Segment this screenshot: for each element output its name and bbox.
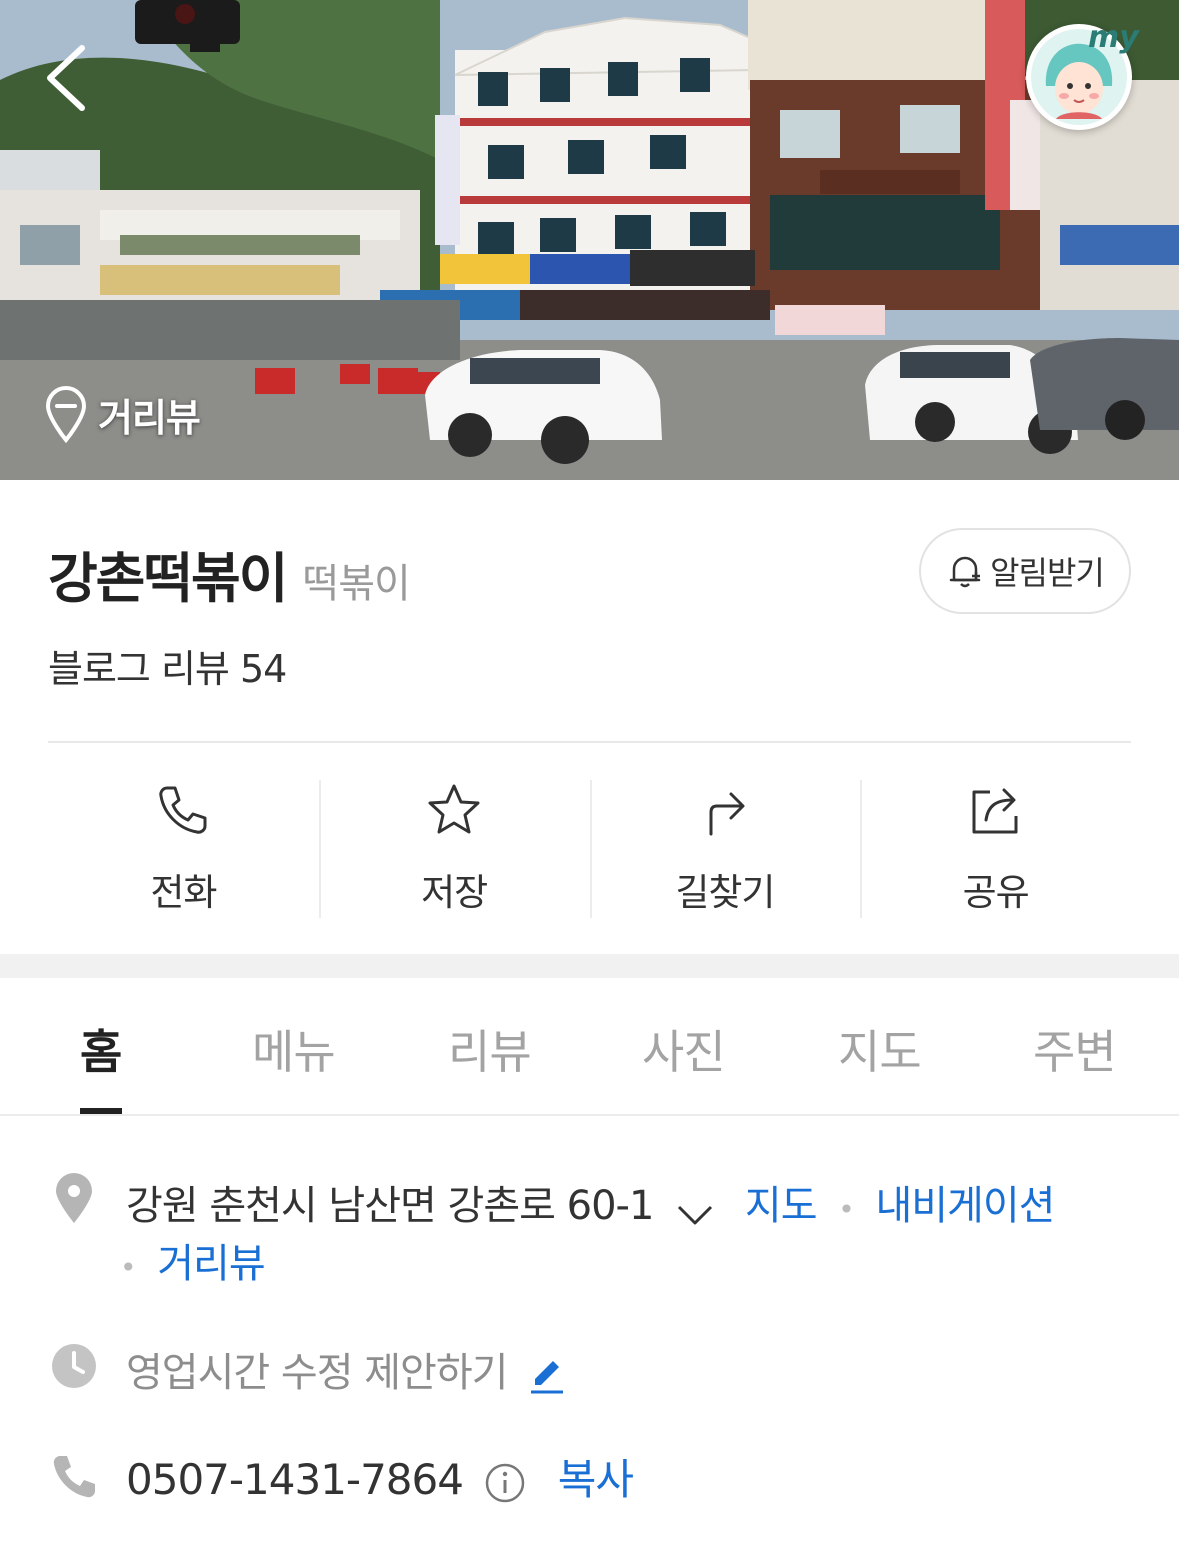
save-button[interactable]: 저장	[318, 780, 590, 918]
avatar-label: my	[1088, 20, 1139, 55]
call-button[interactable]: 전화	[48, 780, 319, 918]
map-pin-outline-icon	[45, 386, 87, 444]
map-link[interactable]: 지도	[745, 1183, 818, 1229]
phone-filled-icon	[53, 1456, 95, 1498]
divider	[48, 741, 1131, 743]
bell-plus-icon	[949, 556, 981, 588]
directions-label: 길찾기	[675, 871, 775, 914]
navigation-link[interactable]: 내비게이션	[875, 1183, 1055, 1229]
blog-review-count[interactable]: 블로그 리뷰 54	[48, 638, 287, 693]
hours-row: 영업시간 수정 제안하기	[48, 1336, 1131, 1400]
chevron-down-icon	[678, 1205, 713, 1225]
notify-label: 알림받기	[990, 554, 1105, 592]
tab-nearby[interactable]: 주변	[1033, 1016, 1117, 1082]
address-line: 강원 춘천시 남산면 강촌로 60-1 지도 • 내비게이션	[126, 1173, 1055, 1231]
share-icon	[972, 788, 1018, 834]
section-separator	[0, 954, 1179, 978]
share-label: 공유	[962, 871, 1030, 914]
streetview-label: 거리뷰	[98, 395, 201, 440]
share-button[interactable]: 공유	[860, 780, 1131, 918]
call-label: 전화	[150, 871, 217, 914]
phone-line: 0507-1431-7864 복사	[126, 1446, 634, 1507]
place-category: 떡볶이	[302, 561, 410, 607]
address-line-2: • 거리뷰	[120, 1231, 266, 1289]
copy-phone-button[interactable]: 복사	[558, 1455, 634, 1504]
separator-dot: •	[838, 1193, 854, 1226]
directions-icon	[709, 792, 745, 836]
clock-icon	[52, 1344, 96, 1388]
hours-suggest-text: 영업시간 수정 제안하기	[126, 1350, 508, 1396]
phone-row: 0507-1431-7864 복사	[48, 1444, 1131, 1508]
tab-menu[interactable]: 메뉴	[252, 1016, 336, 1082]
phone-number[interactable]: 0507-1431-7864	[126, 1455, 464, 1504]
action-bar: 전화 저장 길찾기 공유	[48, 780, 1131, 918]
hours-suggest-line[interactable]: 영업시간 수정 제안하기	[126, 1340, 567, 1398]
address-expand-button[interactable]	[675, 1193, 715, 1225]
phone-icon	[159, 786, 207, 834]
place-header: 강촌떡볶이 떡볶이 알림받기 블로그 리뷰 54	[48, 520, 1131, 700]
save-label: 저장	[421, 871, 488, 914]
tab-home[interactable]: 홈	[80, 1016, 122, 1082]
tab-map[interactable]: 지도	[838, 1016, 922, 1082]
pencil-icon	[531, 1361, 564, 1394]
directions-button[interactable]: 길찾기	[589, 780, 861, 918]
title-row: 강촌떡볶이 떡볶이	[48, 534, 411, 613]
tab-photos[interactable]: 사진	[642, 1016, 726, 1082]
street-view-photo[interactable]: my 거리뷰	[0, 0, 1179, 480]
star-icon	[428, 784, 480, 834]
info-icon[interactable]	[483, 1461, 527, 1505]
notify-button[interactable]: 알림받기	[919, 528, 1131, 614]
chevron-left-icon	[47, 45, 85, 111]
active-tab-indicator	[80, 1108, 122, 1114]
tab-bar: 홈 메뉴 리뷰 사진 지도 주변	[0, 978, 1179, 1116]
place-name: 강촌떡볶이	[48, 547, 288, 610]
back-button[interactable]	[38, 38, 108, 118]
tab-reviews[interactable]: 리뷰	[448, 1016, 532, 1082]
address-row: 강원 춘천시 남산면 강촌로 60-1 지도 • 내비게이션 • 거리뷰	[48, 1165, 1131, 1295]
separator-dot: •	[120, 1251, 136, 1284]
location-pin-icon	[56, 1173, 92, 1223]
my-profile-button[interactable]: my	[1026, 20, 1139, 130]
streetview-button[interactable]: 거리뷰	[42, 384, 201, 444]
streetview-link[interactable]: 거리뷰	[157, 1241, 265, 1287]
address-text: 강원 춘천시 남산면 강촌로 60-1	[126, 1183, 654, 1229]
